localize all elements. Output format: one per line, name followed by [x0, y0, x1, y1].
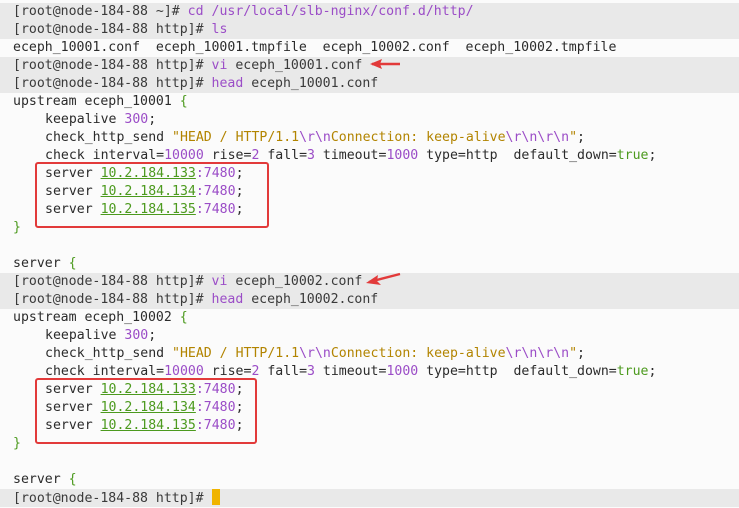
semicolon: ; [577, 130, 585, 145]
close-brace: } [13, 220, 21, 235]
directive-text: type=http default_down= [418, 148, 617, 163]
directive: check interval= [45, 148, 165, 163]
directive-text: rise= [203, 364, 252, 379]
escape-sequence: \r\n\r\n [505, 130, 570, 145]
config-line: check_http_send "HEAD / HTTP/1.1\r\nConn… [0, 129, 739, 147]
number-value: 1000 [386, 148, 419, 163]
open-brace: { [68, 472, 77, 487]
config-line: keepalive 300; [0, 327, 739, 345]
bool-value: true [616, 148, 649, 163]
directive-text: fall= [259, 364, 308, 379]
string-part: "HEAD / HTTP/1.1 [172, 346, 300, 361]
command: vi [211, 274, 228, 289]
config-line: server { [0, 471, 739, 489]
directive: server [13, 256, 69, 271]
directive: server [13, 472, 69, 487]
command: ls [211, 22, 228, 37]
config-line: upstream eceph_10001 { [0, 93, 739, 111]
number-value: 3 [307, 364, 315, 379]
annotation-arrow-icon [366, 272, 401, 285]
command-argument: eceph_10001.conf [243, 76, 379, 91]
number-value: 1000 [386, 364, 419, 379]
terminal-window[interactable]: [root@node-184-88 ~]# cd /usr/local/slb-… [0, 0, 739, 507]
prompt-line: [root@node-184-88 ~]# cd /usr/local/slb-… [0, 3, 739, 21]
command-argument: /usr/local/slb-nginx/conf.d/http/ [203, 4, 474, 19]
directive: check_http_send [45, 130, 173, 145]
annotation-arrow-icon [370, 59, 400, 69]
directive: keepalive [45, 112, 125, 127]
prompt-line: [root@node-184-88 http]# head eceph_1000… [0, 75, 739, 93]
command: vi [211, 58, 228, 73]
directive: keepalive [45, 328, 125, 343]
open-brace: { [179, 94, 188, 109]
shell-prompt: [root@node-184-88 http]# [13, 22, 212, 37]
shell-prompt: [root@node-184-88 http]# [13, 58, 212, 73]
directive-text: timeout= [314, 364, 387, 379]
upstream-declaration: upstream eceph_10001 [13, 94, 180, 109]
string-part: " [569, 346, 578, 361]
semicolon: ; [148, 112, 157, 127]
string-part: "HEAD / HTTP/1.1 [172, 130, 300, 145]
number-value: 3 [307, 148, 315, 163]
escape-sequence: \r\n [299, 346, 331, 361]
prompt-line[interactable]: [root@node-184-88 http]# [0, 489, 739, 507]
command-argument: eceph_10002.conf [227, 274, 363, 289]
string-part: Connection: keep-alive [330, 130, 506, 145]
config-line: check_http_send "HEAD / HTTP/1.1\r\nConn… [0, 345, 739, 363]
shell-prompt: [root@node-184-88 ~]# [13, 4, 188, 19]
semicolon: ; [648, 148, 657, 163]
number-value: 10000 [164, 148, 204, 163]
number-value: 300 [124, 112, 149, 127]
directive-text: rise= [203, 148, 252, 163]
highlight-box [35, 162, 269, 228]
text-cursor [211, 489, 220, 505]
shell-prompt: [root@node-184-88 http]# [13, 491, 212, 506]
open-brace: { [179, 310, 188, 325]
command-argument: eceph_10001.conf [227, 58, 363, 73]
number-value: 10000 [164, 364, 204, 379]
command: cd [187, 4, 204, 19]
directive: check_http_send [45, 346, 173, 361]
prompt-line: [root@node-184-88 http]# head eceph_1000… [0, 291, 739, 309]
open-brace: { [68, 256, 77, 271]
shell-prompt: [root@node-184-88 http]# [13, 76, 212, 91]
escape-sequence: \r\n\r\n [505, 346, 570, 361]
semicolon: ; [577, 346, 585, 361]
config-line: keepalive 300; [0, 111, 739, 129]
semicolon: ; [148, 328, 157, 343]
command-argument: eceph_10002.conf [243, 292, 379, 307]
command: head [211, 292, 244, 307]
upstream-declaration: upstream eceph_10002 [13, 310, 180, 325]
prompt-line: [root@node-184-88 http]# ls [0, 21, 739, 39]
escape-sequence: \r\n [299, 130, 331, 145]
config-line: upstream eceph_10002 { [0, 309, 739, 327]
string-part: " [569, 130, 578, 145]
shell-prompt: [root@node-184-88 http]# [13, 274, 212, 289]
close-brace: } [13, 436, 21, 451]
highlight-box [35, 378, 257, 444]
directive-text: fall= [259, 148, 308, 163]
directive: check interval= [45, 364, 165, 379]
shell-prompt: [root@node-184-88 http]# [13, 292, 212, 307]
string-part: Connection: keep-alive [330, 346, 506, 361]
command: head [211, 76, 244, 91]
semicolon: ; [648, 364, 657, 379]
directive-text: type=http default_down= [418, 364, 617, 379]
bool-value: true [616, 364, 649, 379]
number-value: 300 [124, 328, 149, 343]
directive-text: timeout= [314, 148, 387, 163]
ls-output: eceph_10001.conf eceph_10001.tmpfile ece… [13, 40, 617, 55]
